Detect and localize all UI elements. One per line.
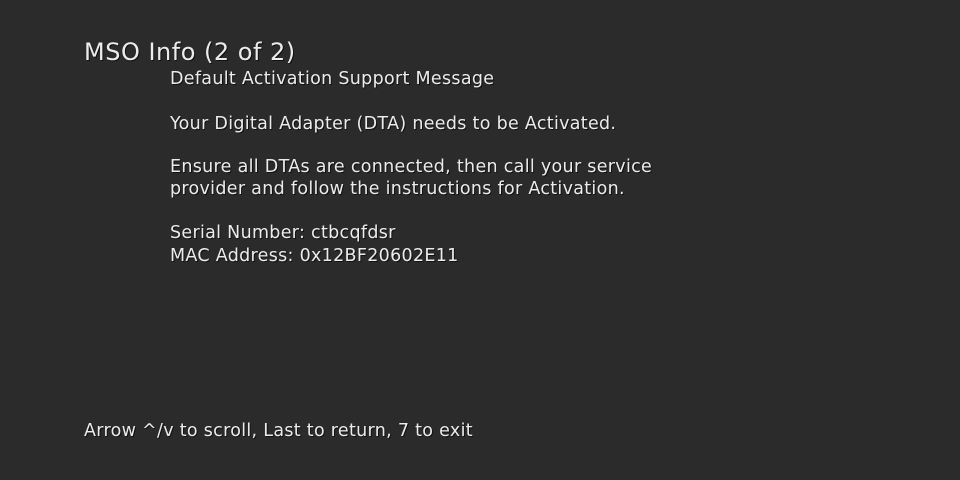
instructions-line-1: Ensure all DTAs are connected, then call… (170, 157, 653, 177)
instructions-line-2: provider and follow the instructions for… (170, 179, 625, 199)
message-subtitle: Default Activation Support Message (170, 69, 495, 89)
serial-number: Serial Number: ctbcqfdsr (170, 223, 396, 243)
navigation-hint: Arrow ^/v to scroll, Last to return, 7 t… (84, 421, 473, 441)
mso-info-screen: MSO Info (2 of 2) Default Activation Sup… (0, 0, 960, 480)
page-title: MSO Info (2 of 2) (84, 38, 296, 66)
mac-address: MAC Address: 0x12BF20602E11 (170, 246, 459, 266)
activation-notice: Your Digital Adapter (DTA) needs to be A… (170, 114, 617, 134)
